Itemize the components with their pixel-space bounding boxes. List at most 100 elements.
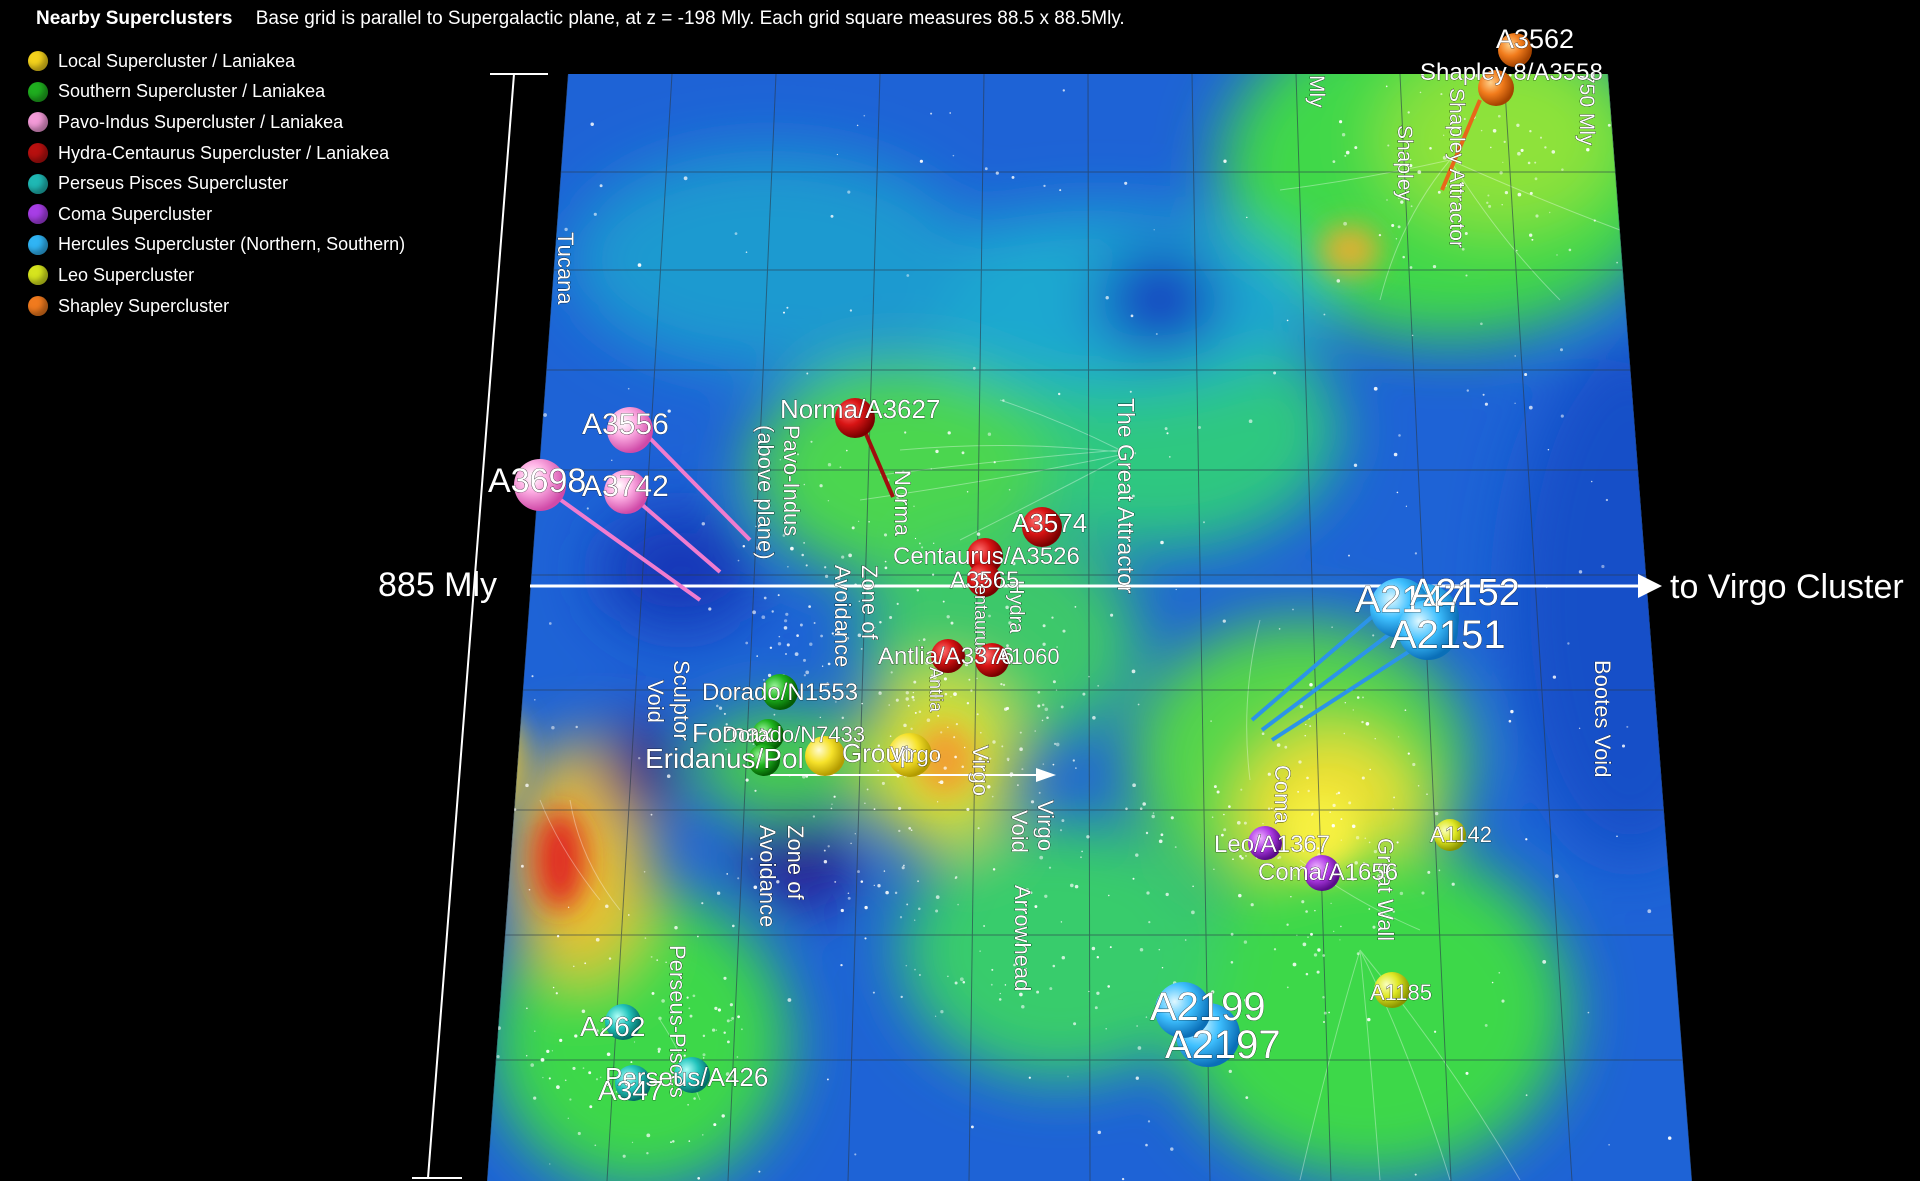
galaxy-point bbox=[644, 937, 647, 939]
galaxy-point bbox=[1276, 743, 1281, 747]
galaxy-point bbox=[992, 740, 996, 744]
galaxy-point bbox=[884, 566, 888, 570]
galaxy-point bbox=[1339, 120, 1343, 124]
galaxy-point bbox=[1417, 170, 1422, 174]
galaxy-point bbox=[730, 1019, 732, 1022]
galaxy-point bbox=[1386, 199, 1388, 201]
galaxy-point bbox=[1174, 846, 1177, 849]
galaxy-point bbox=[877, 884, 881, 888]
galaxy-point bbox=[834, 880, 837, 883]
galaxy-point bbox=[914, 919, 916, 921]
galaxy-point bbox=[548, 1077, 551, 1080]
galaxy-point bbox=[546, 1049, 550, 1054]
galaxy-point bbox=[803, 542, 805, 544]
galaxy-point bbox=[752, 610, 756, 615]
galaxy-point bbox=[1313, 953, 1318, 957]
galaxy-point bbox=[1484, 402, 1488, 406]
galaxy-point bbox=[1038, 791, 1041, 794]
galaxy-point bbox=[559, 1038, 563, 1042]
galaxy-point bbox=[734, 232, 738, 235]
galaxy-point bbox=[868, 521, 870, 523]
galaxy-point bbox=[860, 647, 863, 650]
galaxy-point bbox=[761, 615, 766, 620]
galaxy-point bbox=[533, 300, 537, 303]
galaxy-point bbox=[827, 845, 830, 848]
galaxy-point bbox=[1011, 175, 1015, 179]
galaxy-point bbox=[1158, 948, 1161, 951]
galaxy-point bbox=[787, 566, 789, 568]
galaxy-point bbox=[534, 699, 536, 701]
galaxy-point bbox=[745, 251, 748, 254]
galaxy-point bbox=[777, 594, 780, 597]
region-virgo: Virgo bbox=[968, 745, 993, 796]
galaxy-point bbox=[574, 1034, 578, 1038]
galaxy-point bbox=[1438, 869, 1441, 872]
scale-label: 885 Mly bbox=[378, 566, 497, 604]
galaxy-point bbox=[1049, 987, 1053, 991]
galaxy-point bbox=[864, 905, 868, 910]
galaxy-point bbox=[1616, 835, 1618, 838]
galaxy-point bbox=[1354, 146, 1358, 150]
galaxy-point bbox=[1146, 891, 1150, 895]
galaxy-point bbox=[1616, 261, 1618, 264]
label-dorado: Dorado/N1553 bbox=[702, 679, 858, 706]
galaxy-point bbox=[1626, 104, 1629, 107]
galaxy-point bbox=[1246, 216, 1248, 219]
galaxy-point bbox=[952, 154, 955, 157]
label-eridanus: Eridanus/Pol bbox=[645, 743, 804, 774]
galaxy-point bbox=[1407, 111, 1410, 114]
galaxy-point bbox=[1542, 960, 1547, 964]
galaxy-point bbox=[701, 522, 706, 526]
galaxy-point bbox=[954, 981, 958, 985]
galaxy-point bbox=[796, 634, 799, 637]
galaxy-point bbox=[1378, 233, 1382, 237]
galaxy-point bbox=[1393, 796, 1396, 799]
galaxy-point bbox=[1301, 900, 1305, 904]
galaxy-point bbox=[805, 670, 810, 675]
galaxy-point bbox=[979, 731, 982, 734]
galaxy-point bbox=[908, 826, 912, 830]
label-a2151: A2151 bbox=[1390, 613, 1506, 657]
galaxy-point bbox=[1305, 910, 1308, 913]
galaxy-point bbox=[1286, 986, 1289, 989]
galaxy-point bbox=[1355, 836, 1360, 840]
galaxy-point bbox=[1499, 171, 1503, 175]
galaxy-point bbox=[702, 1134, 704, 1136]
label-a2197: A2197 bbox=[1165, 1023, 1281, 1067]
galaxy-point bbox=[898, 829, 901, 833]
galaxy-point bbox=[1395, 238, 1398, 240]
galaxy-point bbox=[1340, 925, 1342, 928]
galaxy-point bbox=[799, 623, 803, 627]
galaxy-point bbox=[731, 1017, 734, 1020]
galaxy-point bbox=[884, 560, 887, 563]
label-a3574: A3574 bbox=[1012, 508, 1087, 538]
label-a3565: A3565 bbox=[950, 567, 1019, 594]
galaxy-point bbox=[1096, 955, 1100, 959]
galaxy-point bbox=[1284, 745, 1288, 749]
galaxy-point bbox=[1608, 1143, 1610, 1146]
region-arrowhead: Arrowhead bbox=[1010, 885, 1035, 991]
galaxy-point bbox=[1593, 219, 1596, 222]
galaxy-point bbox=[1552, 675, 1557, 679]
galaxy-point bbox=[947, 975, 949, 978]
galaxy-point bbox=[1607, 123, 1611, 127]
galaxy-point bbox=[976, 713, 979, 716]
galaxy-point bbox=[528, 888, 531, 891]
galaxy-point bbox=[998, 998, 1002, 1001]
galaxy-point bbox=[1052, 763, 1055, 766]
galaxy-point bbox=[627, 387, 630, 390]
galaxy-point bbox=[1561, 168, 1564, 171]
galaxy-point bbox=[809, 642, 813, 646]
label-a2152: A2152 bbox=[1410, 572, 1520, 614]
galaxy-point bbox=[736, 1056, 739, 1058]
galaxy-point bbox=[1330, 902, 1332, 905]
label-a3562: A3562 bbox=[1496, 24, 1574, 54]
galaxy-point bbox=[1465, 274, 1468, 277]
galaxy-point bbox=[1567, 642, 1570, 645]
galaxy-point bbox=[955, 722, 959, 726]
galaxy-point bbox=[1417, 784, 1420, 787]
galaxy-point bbox=[970, 1125, 974, 1129]
galaxy-point bbox=[964, 746, 966, 749]
galaxy-point bbox=[905, 964, 908, 967]
galaxy-point bbox=[1135, 1076, 1139, 1080]
